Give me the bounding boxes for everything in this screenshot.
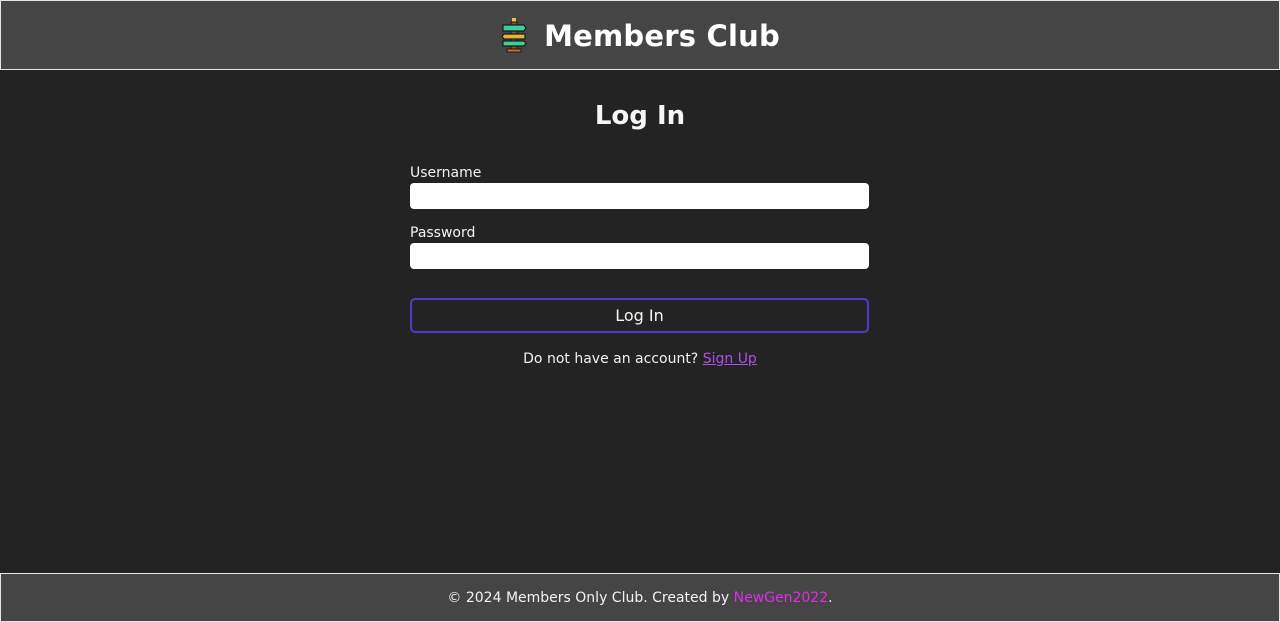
- footer-period: .: [828, 589, 833, 606]
- site-title: Members Club: [544, 18, 780, 53]
- site-footer: © 2024 Members Only Club. Created by New…: [0, 573, 1280, 622]
- signup-link[interactable]: Sign Up: [703, 351, 757, 367]
- copyright-text: © 2024 Members Only Club. Created by: [447, 589, 730, 606]
- author-link[interactable]: NewGen2022: [734, 590, 829, 606]
- signup-prompt: Do not have an account? Sign Up: [0, 351, 1280, 368]
- username-label: Username: [410, 165, 482, 181]
- site-header: Members Club: [0, 0, 1280, 70]
- signup-prompt-text: Do not have an account?: [523, 351, 699, 367]
- login-button[interactable]: Log In: [410, 298, 869, 333]
- password-input[interactable]: [410, 243, 869, 269]
- page-title: Log In: [594, 101, 686, 131]
- login-section: Log In Username Password Log In Do not h…: [0, 70, 1280, 573]
- brand[interactable]: Members Club: [500, 1, 780, 69]
- username-input[interactable]: [410, 183, 869, 209]
- footer-text: © 2024 Members Only Club. Created by New…: [447, 591, 832, 605]
- password-label: Password: [410, 225, 476, 241]
- signpost-icon: [501, 18, 527, 53]
